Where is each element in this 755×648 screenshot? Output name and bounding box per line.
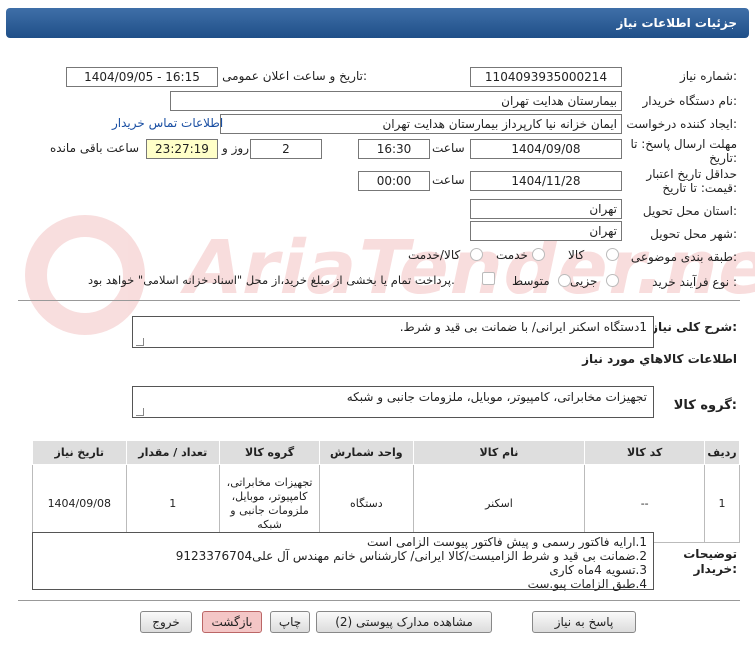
process-option-medium: متوسط — [512, 274, 550, 288]
buyer-field: بیمارستان هدایت تهران — [170, 91, 622, 111]
cell-quantity: 1 — [125, 464, 221, 543]
goods-info-heading: اطلاعات کالاهاي مورد نياز — [582, 352, 737, 366]
treasury-payment-note: پرداخت تمام یا بخشی از مبلغ خرید،از محل … — [88, 273, 455, 287]
validity-time-field: 00:00 — [358, 171, 430, 191]
province-label: استان محل تحویل: — [642, 204, 737, 218]
page-title: جزئیات اطلاعات نیاز — [6, 8, 749, 38]
category-radio-goods[interactable] — [606, 248, 619, 261]
city-label: شهر محل تحویل: — [650, 227, 737, 241]
col-code: کد کالا — [584, 440, 705, 465]
validity-label-date: قیمت: تا تاریخ: — [662, 181, 737, 195]
buyer-label: نام دستگاه خریدار: — [642, 94, 738, 108]
deadline-label-date: تاریخ: — [709, 151, 737, 165]
need-number-label: شماره نیاز: — [679, 69, 737, 83]
need-number-field: 1104093935000214 — [470, 67, 622, 87]
col-date: تاریخ نیاز — [32, 440, 127, 465]
validity-date-field: 1404/11/28 — [470, 171, 622, 191]
col-quantity: تعداد / مقدار — [125, 440, 221, 465]
col-name: نام کالا — [412, 440, 586, 465]
print-button[interactable]: چاپ — [270, 611, 310, 633]
resize-handle[interactable] — [136, 338, 144, 346]
days-label: روز و — [222, 141, 249, 155]
contact-buyer-link[interactable]: اطلاعات تماس خریدار — [112, 116, 223, 130]
category-option-goods-service: کالا/خدمت — [408, 248, 461, 262]
goods-group-textarea: تجهیزات مخابراتی، کامپیوتر، موبایل، ملزو… — [132, 386, 654, 418]
divider — [18, 300, 740, 301]
resize-handle[interactable] — [136, 408, 144, 416]
buyer-notes-label-2: خریدار: — [693, 562, 737, 576]
deadline-date-field: 1404/09/08 — [470, 139, 622, 159]
process-label: نوع فرآیند خرید : — [652, 275, 737, 289]
table-row: 1 -- اسکنر دستگاه تجهیزات مخابراتی، کامپ… — [32, 464, 741, 543]
goods-group-label: گروه کالا: — [673, 398, 737, 413]
category-radio-service[interactable] — [532, 248, 545, 261]
cell-date: 1404/09/08 — [32, 464, 127, 543]
table-header-row: ردیف کد کالا نام کالا واحد شمارش گروه کا… — [32, 440, 741, 465]
items-table: ردیف کد کالا نام کالا واحد شمارش گروه کا… — [32, 440, 741, 543]
announce-field: 1404/09/05 - 16:15 — [66, 67, 218, 87]
buyer-note-line: 2.ضمانت بی قید و شرط الزامیست/کالا ایران… — [175, 549, 647, 563]
col-row: ردیف — [703, 440, 741, 465]
description-label: شرح کلی نیاز: — [651, 320, 737, 334]
process-radio-minor[interactable] — [606, 274, 619, 287]
reply-button[interactable]: پاسخ به نیاز — [532, 611, 636, 633]
view-attachments-button[interactable]: مشاهده مدارک پیوستی (2) — [316, 611, 492, 633]
days-remaining-field: 2 — [250, 139, 322, 159]
back-button[interactable]: بازگشت — [202, 611, 262, 633]
cell-group: تجهیزات مخابراتی، کامپیوتر، موبایل، ملزو… — [219, 464, 321, 543]
time-remaining-field: 23:27:19 — [146, 139, 218, 159]
divider — [18, 600, 740, 601]
buyer-note-line: 3.تسویه 4ماه کاری — [549, 563, 647, 577]
time-remaining-label: ساعت باقی مانده — [50, 141, 140, 155]
process-option-minor: جزیی — [570, 274, 598, 288]
cell-unit: دستگاه — [319, 464, 414, 543]
validity-time-label: ساعت — [432, 173, 465, 187]
deadline-label: مهلت ارسال پاسخ: تا — [630, 137, 737, 151]
category-radio-goods-service[interactable] — [470, 248, 483, 261]
deadline-time-field: 16:30 — [358, 139, 430, 159]
buyer-notes-label: توضیحات — [683, 547, 737, 561]
validity-label: حداقل تاریخ اعتبار — [646, 167, 737, 181]
deadline-time-label: ساعت — [432, 141, 465, 155]
city-field: تهران — [470, 221, 622, 241]
process-radio-medium[interactable] — [558, 274, 571, 287]
creator-label: ایجاد کننده درخواست: — [626, 117, 737, 131]
creator-field: ایمان خزانه نیا کارپرداز بیمارستان هدایت… — [220, 114, 622, 134]
col-group: گروه کالا — [219, 440, 321, 465]
announce-label: تاریخ و ساعت اعلان عمومی: — [222, 69, 367, 83]
buyer-note-line: 4.طبق الزامات پیو.ست — [527, 577, 647, 591]
category-option-goods: کالا — [568, 248, 585, 262]
buyer-notes-textarea: 1.ارایه فاکتور رسمی و پیش فاکتور پیوست ا… — [32, 532, 654, 591]
cell-code: -- — [584, 464, 705, 543]
exit-button[interactable]: خروج — [140, 611, 192, 633]
treasury-payment-checkbox[interactable] — [482, 272, 495, 285]
category-label: طبقه بندی موضوعی: — [630, 250, 737, 264]
buyer-note-line: 1.ارایه فاکتور رسمی و پیش فاکتور پیوست ا… — [366, 535, 647, 549]
col-unit: واحد شمارش — [319, 440, 414, 465]
cell-name: اسکنر — [412, 464, 586, 543]
province-field: تهران — [470, 199, 622, 219]
cell-row: 1 — [703, 464, 741, 543]
description-textarea: 1دستگاه اسکنر ایرانی/ با ضمانت بی قید و … — [132, 316, 654, 348]
category-option-service: خدمت — [496, 248, 528, 262]
